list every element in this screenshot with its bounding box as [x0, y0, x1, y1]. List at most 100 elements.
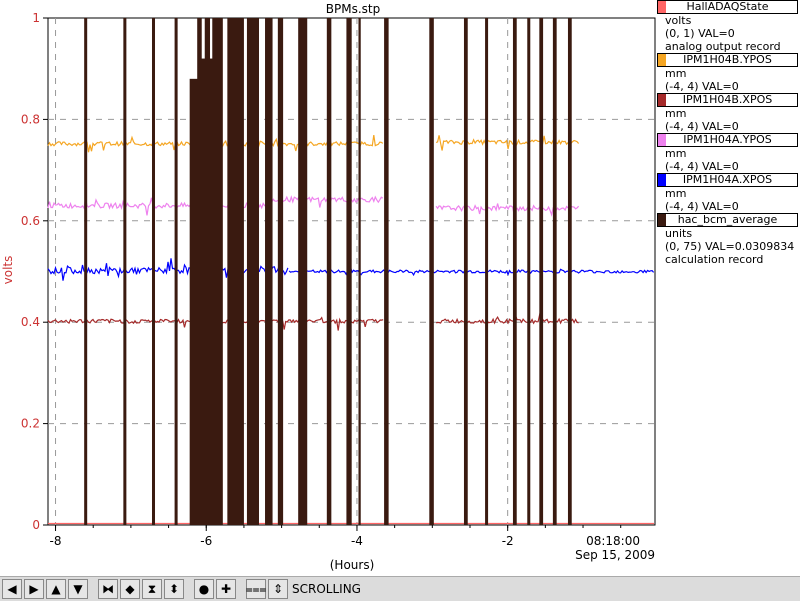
legend-name: HallADAQState	[686, 0, 769, 13]
scroll-up-button[interactable]: ▲	[46, 579, 66, 599]
end-date-label: Sep 15, 2009	[575, 548, 655, 562]
bcm-burst	[198, 58, 218, 526]
scroll-down-icon: ▼	[73, 582, 83, 596]
y-tick-label: 0.6	[21, 214, 40, 228]
bcm-burst	[512, 18, 517, 525]
legend-chip	[658, 1, 666, 13]
legend-swatch-halladaqstate[interactable]: HallADAQState	[657, 0, 798, 14]
scroll-left-icon: ◀	[7, 582, 17, 596]
autoscale-button[interactable]: ⇕	[268, 579, 288, 599]
legend-range: (-4, 4) VAL=0	[665, 160, 739, 173]
y-axis-label: volts	[1, 256, 15, 285]
series-line	[435, 135, 580, 151]
zoom-in-y-icon: ⧗	[147, 582, 157, 596]
scroll-up-icon: ▲	[51, 582, 61, 596]
y-tick-label: 0	[32, 518, 40, 532]
legend-item-halladaqstate[interactable]: HallADAQState volts (0, 1) VAL=0 analog …	[657, 0, 800, 53]
series-line	[269, 135, 384, 152]
legend-item-ipm1h04a-ypos[interactable]: IPM1H04A.YPOS mm (-4, 4) VAL=0	[657, 133, 800, 173]
zoom-out-y-icon: ⬍	[168, 582, 180, 596]
record-button[interactable]: ●	[194, 579, 214, 599]
bcm-burst	[326, 18, 332, 525]
plot-layer: 0 0.2 0.4 0.6 0.8 1 -8 -6 -4 -2	[21, 11, 656, 548]
bcm-burst	[298, 18, 308, 525]
series-ipm1h04a-ypos	[47, 190, 580, 217]
legend-item-hac-bcm-average[interactable]: hac_bcm_average units (0, 75) VAL=0.0309…	[657, 213, 800, 266]
legend-range: (-4, 4) VAL=0	[665, 200, 739, 213]
series-line	[47, 318, 194, 328]
legend-item-ipm1h04b-ypos[interactable]: IPM1H04B.YPOS mm (-4, 4) VAL=0	[657, 53, 800, 93]
bcm-burst	[174, 18, 178, 525]
legend-chip	[658, 94, 666, 106]
bcm-burst	[527, 18, 531, 525]
y-tick-label: 1	[32, 11, 40, 25]
bcm-burst	[384, 18, 389, 525]
series-line	[47, 258, 194, 281]
legend: HallADAQState volts (0, 1) VAL=0 analog …	[657, 0, 800, 266]
series-ipm1h04b-ypos	[47, 135, 580, 153]
bcm-burst	[277, 18, 284, 525]
legend-name: IPM1H04B.XPOS	[682, 93, 773, 106]
legend-swatch-hac-bcm-average[interactable]: hac_bcm_average	[657, 213, 798, 227]
bcm-burst	[84, 18, 88, 525]
legend-range: (-4, 4) VAL=0	[665, 80, 739, 93]
bcm-burst	[539, 18, 544, 525]
bcm-burst	[552, 18, 557, 525]
toolbar: ◀ ▶ ▲ ▼ ⧓ ◆ ⧗ ⬍ ● ✚ ⩶ ⇕ SCROLLING	[0, 576, 800, 601]
legend-swatch-ipm1h04b-xpos[interactable]: IPM1H04B.XPOS	[657, 93, 798, 107]
bcm-burst	[485, 18, 489, 525]
bcm-burst	[567, 18, 572, 525]
legend-item-ipm1h04b-xpos[interactable]: IPM1H04B.XPOS mm (-4, 4) VAL=0	[657, 93, 800, 133]
legend-swatch-ipm1h04b-ypos[interactable]: IPM1H04B.YPOS	[657, 53, 798, 67]
toggle-scrolling-button[interactable]: ⩶	[246, 579, 266, 599]
zoom-out-y-button[interactable]: ⬍	[164, 579, 184, 599]
series-line	[47, 135, 195, 153]
legend-chip	[658, 214, 666, 226]
legend-chip	[658, 134, 666, 146]
bcm-burst	[463, 18, 468, 525]
legend-chip	[658, 54, 666, 66]
zoom-in-y-button[interactable]: ⧗	[142, 579, 162, 599]
legend-units: mm	[665, 67, 687, 80]
toggle-scrolling-icon: ⩶	[245, 582, 267, 596]
scroll-right-icon: ▶	[29, 582, 39, 596]
legend-units: mm	[665, 187, 687, 200]
chart-title: BPMs.stp	[326, 2, 380, 16]
series-line	[47, 197, 194, 216]
scroll-left-button[interactable]: ◀	[2, 579, 22, 599]
series-line	[198, 316, 384, 331]
x-tick-label: -8	[50, 534, 62, 548]
legend-record: analog output record	[665, 40, 781, 53]
x-tick-label: -2	[502, 534, 514, 548]
legend-range: (-4, 4) VAL=0	[665, 120, 739, 133]
zoom-out-x-button[interactable]: ◆	[120, 579, 140, 599]
zoom-in-x-button[interactable]: ⧓	[98, 579, 118, 599]
y-tick-label: 0.8	[21, 112, 40, 126]
legend-name: IPM1H04A.XPOS	[682, 173, 773, 186]
bcm-burst	[429, 18, 434, 525]
zoom-out-x-icon: ◆	[125, 582, 135, 596]
legend-range: (0, 1) VAL=0	[665, 27, 735, 40]
legend-swatch-ipm1h04a-xpos[interactable]: IPM1H04A.XPOS	[657, 173, 798, 187]
legend-chip	[658, 174, 666, 186]
bcm-burst	[227, 18, 244, 525]
y-tick-label: 0.4	[21, 315, 40, 329]
x-axis-label: (Hours)	[330, 558, 375, 572]
y-tick-label: 0.2	[21, 417, 40, 431]
status-label: SCROLLING	[292, 582, 361, 596]
legend-item-ipm1h04a-xpos[interactable]: IPM1H04A.XPOS mm (-4, 4) VAL=0	[657, 173, 800, 213]
legend-units: mm	[665, 147, 687, 160]
bcm-burst	[265, 18, 273, 525]
bcm-burst	[151, 18, 156, 525]
x-tick-label: -6	[200, 534, 212, 548]
legend-swatch-ipm1h04a-ypos[interactable]: IPM1H04A.YPOS	[657, 133, 798, 147]
legend-name: IPM1H04B.YPOS	[683, 53, 772, 66]
bcm-burst	[123, 18, 127, 525]
scroll-right-button[interactable]: ▶	[24, 579, 44, 599]
record-icon: ●	[198, 582, 210, 596]
series-line	[269, 190, 384, 208]
bcm-burst	[189, 78, 199, 525]
legend-name: IPM1H04A.YPOS	[683, 133, 772, 146]
scroll-down-button[interactable]: ▼	[68, 579, 88, 599]
crosshair-button[interactable]: ✚	[216, 579, 236, 599]
